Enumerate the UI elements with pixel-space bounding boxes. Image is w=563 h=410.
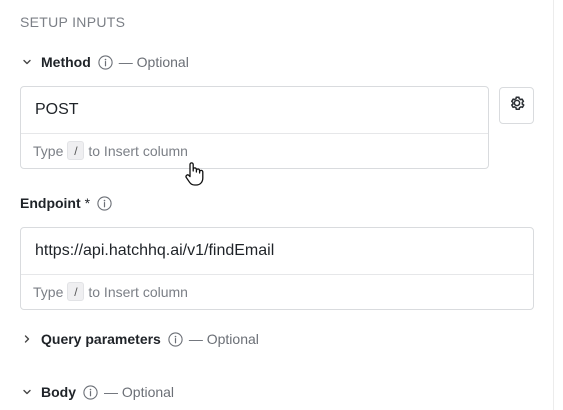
- endpoint-field[interactable]: https://api.hatchhq.ai/v1/findEmail Type…: [20, 227, 534, 310]
- method-value[interactable]: POST: [35, 101, 79, 119]
- required-marker: *: [84, 195, 91, 211]
- method-optional-label: — Optional: [118, 54, 189, 70]
- chevron-right-icon[interactable]: [21, 333, 33, 345]
- endpoint-field-divider: [21, 274, 533, 275]
- chevron-down-icon[interactable]: [21, 386, 33, 398]
- query-parameters-label: Query parameters: [41, 331, 161, 347]
- info-icon[interactable]: [98, 54, 113, 70]
- method-insert-hint: Type / to Insert column: [33, 141, 188, 160]
- endpoint-insert-hint: Type / to Insert column: [33, 282, 188, 301]
- hand-pointer-icon: [183, 160, 209, 188]
- settings-button[interactable]: [499, 87, 534, 124]
- info-icon[interactable]: [168, 331, 183, 347]
- query-parameters-header[interactable]: Query parameters — Optional: [21, 329, 259, 349]
- method-header[interactable]: Method — Optional: [21, 52, 189, 72]
- endpoint-header: Endpoint *: [20, 193, 112, 213]
- section-title: SETUP INPUTS: [20, 14, 126, 30]
- panel-right-border: [553, 0, 554, 410]
- slash-key: /: [67, 141, 85, 160]
- hint-prefix: Type: [33, 283, 64, 300]
- body-label: Body: [41, 384, 76, 400]
- slash-key: /: [67, 282, 85, 301]
- endpoint-label: Endpoint: [20, 195, 81, 211]
- info-icon[interactable]: [83, 384, 98, 400]
- method-label: Method: [41, 54, 91, 70]
- endpoint-value[interactable]: https://api.hatchhq.ai/v1/findEmail: [35, 242, 274, 260]
- info-icon[interactable]: [97, 195, 112, 211]
- body-optional-label: — Optional: [104, 384, 175, 400]
- hint-suffix: to Insert column: [88, 283, 188, 300]
- method-field[interactable]: POST Type / to Insert column: [20, 86, 489, 169]
- body-header[interactable]: Body — Optional: [21, 382, 174, 402]
- gear-icon: [508, 94, 526, 117]
- hint-suffix: to Insert column: [88, 142, 188, 159]
- query-parameters-optional-label: — Optional: [188, 331, 259, 347]
- chevron-down-icon[interactable]: [21, 56, 33, 68]
- hint-prefix: Type: [33, 142, 64, 159]
- method-field-divider: [21, 133, 488, 134]
